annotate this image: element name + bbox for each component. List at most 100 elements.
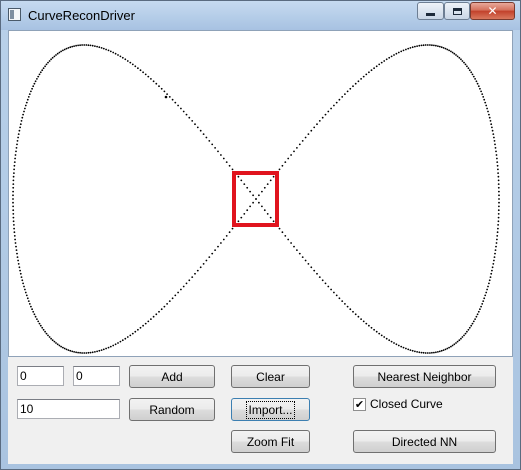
curve-point [168, 300, 171, 302]
curve-point [89, 44, 92, 47]
curve-point [160, 308, 163, 311]
app-window: CurveReconDriver ✕ Add Random Clear [0, 0, 521, 470]
x-coordinate-input[interactable] [17, 366, 64, 386]
zoom-fit-button[interactable]: Zoom Fit [231, 430, 310, 453]
curve-point [65, 348, 68, 351]
curve-point [202, 263, 205, 265]
nearest-neighbor-button[interactable]: Nearest Neighbor [353, 365, 496, 388]
curve-point [487, 110, 489, 113]
point-count-input[interactable] [17, 399, 120, 419]
curve-point [330, 288, 332, 291]
curve-point [73, 45, 75, 47]
curve-point [27, 300, 30, 302]
curve-point [495, 242, 498, 244]
curve-point [105, 347, 107, 350]
maximize-button[interactable] [444, 2, 470, 20]
curve-point-set [12, 44, 500, 354]
curve-point [479, 308, 481, 311]
window-title: CurveReconDriver [28, 8, 135, 23]
curve-point [246, 209, 249, 212]
curve-point [12, 194, 14, 197]
curve-point [252, 194, 255, 197]
curve-point [205, 259, 208, 262]
curve-point [429, 44, 431, 46]
curve-point [362, 320, 365, 323]
curve-point [107, 49, 110, 52]
curve-point [55, 342, 57, 344]
curve-point [12, 201, 14, 204]
curve-point [18, 266, 21, 269]
curve-point [185, 113, 188, 116]
curve-point [435, 44, 437, 47]
curve-point [36, 78, 38, 80]
curve-point [48, 336, 51, 338]
curve-point [497, 168, 499, 171]
curve-point [12, 209, 15, 212]
curve-point [174, 294, 177, 297]
curve-point [464, 63, 467, 66]
curve-point [33, 313, 36, 316]
curve-point [471, 73, 474, 76]
curve-point [296, 249, 298, 252]
curve-point [119, 340, 122, 343]
directed-nn-button[interactable]: Directed NN [353, 430, 496, 453]
curve-point [395, 52, 398, 55]
curve-point [246, 186, 249, 189]
curve-point [365, 73, 368, 76]
curve-point [261, 205, 263, 208]
random-button[interactable]: Random [129, 398, 215, 421]
curve-point [426, 44, 429, 46]
curve-point [69, 349, 72, 352]
title-bar[interactable]: CurveReconDriver ✕ [1, 1, 520, 30]
curve-point [397, 51, 400, 54]
curve-point [411, 349, 414, 352]
curve-point [47, 61, 49, 64]
curve-point [373, 67, 375, 70]
closed-curve-option[interactable]: ✔ Closed Curve [353, 396, 443, 412]
import-button[interactable]: Import... [231, 398, 310, 421]
curve-point [177, 104, 180, 107]
app-window-icon[interactable] [8, 8, 21, 21]
curve-point [117, 54, 119, 56]
clear-button[interactable]: Clear [231, 365, 310, 388]
closed-curve-checkbox[interactable]: ✔ [353, 397, 366, 411]
add-button[interactable]: Add [129, 365, 215, 388]
curve-point [222, 157, 225, 160]
curve-point [484, 101, 487, 104]
curve-point [20, 276, 23, 278]
curve-point [34, 80, 37, 83]
curve-point [450, 345, 452, 348]
curve-point [324, 113, 327, 116]
curve-point [112, 344, 115, 347]
curve-point [491, 269, 493, 272]
curve-point [27, 96, 30, 98]
close-button[interactable]: ✕ [470, 2, 515, 20]
curve-point [199, 266, 202, 269]
curve-point [474, 78, 476, 80]
curve-point [420, 351, 423, 354]
curve-point [147, 320, 150, 323]
curve-point [357, 80, 360, 83]
curve-point [474, 318, 476, 320]
curve-point [121, 339, 124, 342]
curve-point [460, 337, 462, 340]
curve-point [461, 60, 464, 62]
curve-point [208, 256, 211, 258]
curve-point [470, 324, 473, 327]
curve-point [488, 282, 490, 285]
curve-point [129, 61, 132, 64]
curve-point [249, 190, 252, 193]
curve-point [87, 44, 90, 47]
curve-point [370, 326, 373, 329]
curve-point [316, 272, 318, 275]
curve-point [15, 150, 17, 153]
curve-point [21, 279, 24, 282]
curve-point [155, 82, 158, 85]
curve-point [60, 345, 62, 348]
y-coordinate-input[interactable] [73, 366, 120, 386]
drawing-canvas[interactable] [8, 30, 513, 357]
curve-point [69, 46, 72, 49]
curve-point [42, 67, 45, 70]
minimize-button[interactable] [417, 2, 444, 20]
curve-point [160, 87, 163, 90]
